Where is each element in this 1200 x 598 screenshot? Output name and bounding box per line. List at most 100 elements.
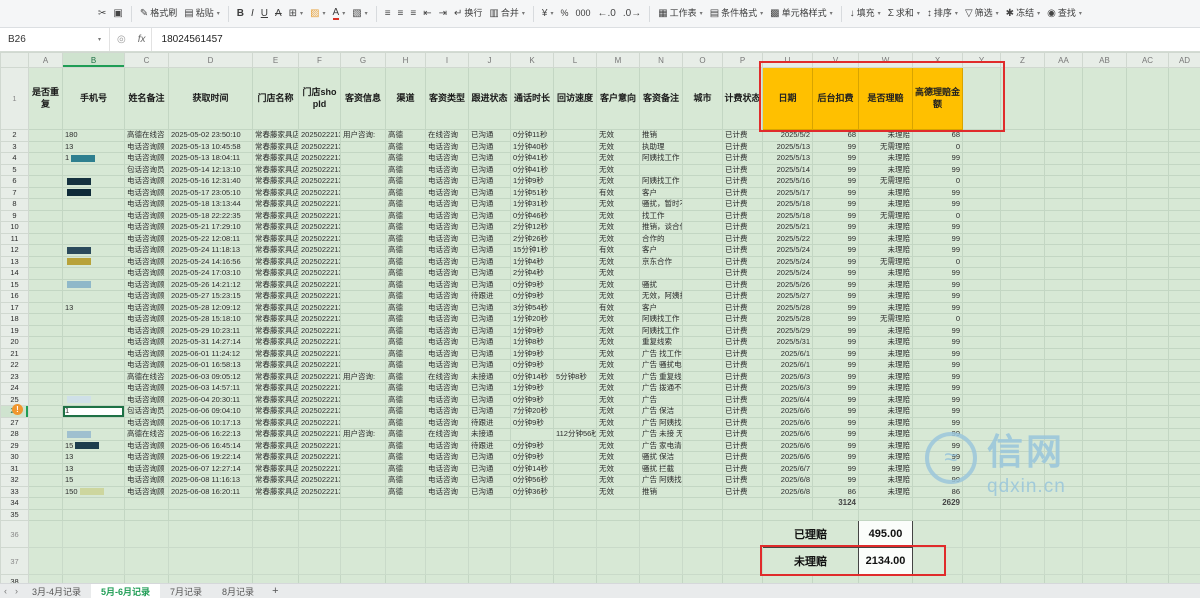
cell-dup[interactable] [29,130,63,142]
cell-empty[interactable] [1127,130,1169,142]
cell-intent[interactable]: 无效 [597,325,640,337]
cell-fee[interactable]: 99 [813,348,859,360]
cell-intent[interactable]: 无效 [597,383,640,395]
row-number-22[interactable]: 22 [1,360,29,372]
cell-empty[interactable] [1083,452,1127,464]
cell-info[interactable] [341,153,386,165]
cell-empty[interactable] [169,548,253,575]
cell-empty[interactable] [1083,199,1127,211]
cell-claim[interactable]: 未理赔 [859,406,913,418]
cell-empty[interactable] [1045,475,1083,487]
cell-name[interactable]: 电话咨询顾 [125,337,169,349]
cell-empty[interactable] [963,406,1001,418]
cell-follow[interactable]: 未接通 [469,371,511,383]
cell-type[interactable]: 电话咨询 [426,291,469,303]
cell-callback[interactable] [554,475,597,487]
cell-fee[interactable]: 99 [813,256,859,268]
cell-dup[interactable] [29,176,63,188]
cell-get-time[interactable]: 2025-05-24 17:03:10 [169,268,253,280]
cell-duration[interactable]: 2分钟26秒 [511,233,554,245]
cell-date[interactable]: 2025/6/4 [763,394,813,406]
cell-type[interactable]: 电话咨询 [426,279,469,291]
cell-empty[interactable] [1169,429,1200,441]
cell-follow[interactable]: 已沟通 [469,153,511,165]
cell-empty[interactable] [1127,417,1169,429]
cell-billing[interactable]: 已计费 [723,256,763,268]
cell-date[interactable]: 2025/5/29 [763,325,813,337]
header-cell[interactable]: 客资备注 [640,68,683,130]
cell-shopid[interactable]: 2025022213 [299,463,341,475]
cell-amount[interactable]: 0 [913,314,963,326]
cell-claim[interactable]: 未理赔 [859,394,913,406]
cell-follow[interactable]: 已沟通 [469,233,511,245]
cell-empty[interactable] [1169,141,1200,153]
cell-amount[interactable]: 99 [913,452,963,464]
cell-empty[interactable] [1045,371,1083,383]
cell-amount[interactable]: 99 [913,371,963,383]
cell-store[interactable]: 常春藤家具店 [253,153,299,165]
row-number-3[interactable]: 3 [1,141,29,153]
cell-follow[interactable]: 待跟进 [469,440,511,452]
cell-empty[interactable] [1045,325,1083,337]
cell-billing[interactable]: 已计费 [723,187,763,199]
cell-empty[interactable] [1169,406,1200,418]
cell-empty[interactable] [1169,130,1200,142]
copy-button[interactable]: ▣ [110,7,125,21]
cell-remark[interactable]: 执助理 [640,141,683,153]
cell-empty[interactable] [1127,429,1169,441]
cell-empty[interactable] [723,509,763,521]
cell-empty[interactable] [963,521,1001,548]
cell-info[interactable] [341,348,386,360]
cell-date[interactable]: 2025/6/8 [763,486,813,498]
cell-empty[interactable] [125,498,169,510]
cell-empty[interactable] [253,498,299,510]
cell-empty[interactable] [963,509,1001,521]
cell-channel[interactable]: 高德 [386,187,426,199]
cell-empty[interactable] [963,164,1001,176]
cell-store[interactable]: 常春藤家具店 [253,440,299,452]
cell-name[interactable]: 高德在线咨 [125,130,169,142]
cell-empty[interactable] [1083,575,1127,584]
cell-empty[interactable] [963,383,1001,395]
cell-city[interactable] [683,256,723,268]
cell-store[interactable]: 常春藤家具店 [253,429,299,441]
cell-empty[interactable] [1001,498,1045,510]
cell-claim[interactable]: 未理赔 [859,475,913,487]
cell-fee[interactable]: 99 [813,325,859,337]
cell-shopid[interactable]: 2025022213 [299,348,341,360]
cell-empty[interactable] [554,509,597,521]
cell-empty[interactable] [723,498,763,510]
cell-fee[interactable]: 86 [813,486,859,498]
cell-empty[interactable] [1169,498,1200,510]
cell-dup[interactable] [29,141,63,153]
cell-date[interactable]: 2025/6/3 [763,383,813,395]
cell-empty[interactable] [426,521,469,548]
cell-city[interactable] [683,417,723,429]
column-header-A[interactable]: A [29,53,63,68]
row-number-1[interactable]: 1 [1,68,29,130]
column-header-AC[interactable]: AC [1127,53,1169,68]
cell-follow[interactable]: 待跟进 [469,291,511,303]
cell-callback[interactable]: 5分钟8秒 [554,371,597,383]
cell-fee[interactable]: 99 [813,199,859,211]
cell-amount[interactable]: 99 [913,233,963,245]
cell-city[interactable] [683,394,723,406]
cell-info[interactable] [341,245,386,257]
cell-empty[interactable] [1045,429,1083,441]
cell-empty[interactable] [1083,498,1127,510]
cell-duration[interactable]: 0分钟41秒 [511,164,554,176]
cell-empty[interactable] [1001,383,1045,395]
cell-intent[interactable]: 无效 [597,233,640,245]
cell-duration[interactable]: 15分钟1秒 [511,245,554,257]
cell-intent[interactable]: 无效 [597,440,640,452]
cell-amount[interactable]: 99 [913,164,963,176]
cell-amount[interactable]: 99 [913,279,963,291]
header-cell[interactable]: 通话时长 [511,68,554,130]
cell-empty[interactable] [1083,509,1127,521]
cell-empty[interactable] [1045,486,1083,498]
cell-empty[interactable] [1127,164,1169,176]
cell-callback[interactable] [554,463,597,475]
row-number-32[interactable]: 32 [1,475,29,487]
fill-color-button[interactable]: ▨▾ [307,7,328,21]
cell-phone[interactable]: 1 [63,153,125,165]
